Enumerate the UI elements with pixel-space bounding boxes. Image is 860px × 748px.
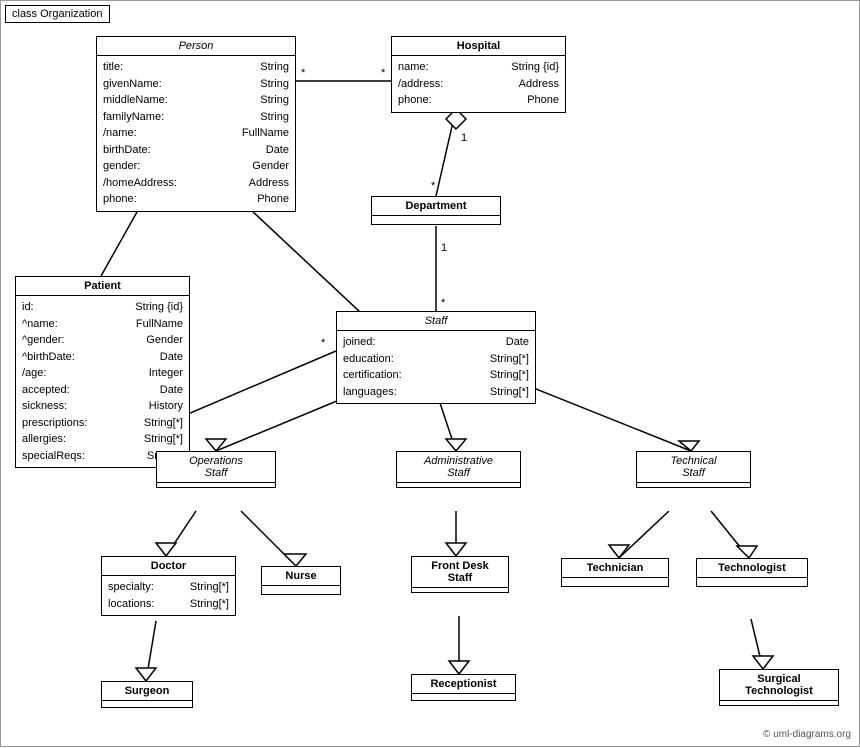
svg-text:1: 1: [441, 242, 447, 254]
class-surgeon: Surgeon: [101, 681, 193, 708]
class-receptionist-body: [412, 694, 515, 700]
class-surgical-technologist-header: SurgicalTechnologist: [720, 670, 838, 701]
class-technician: Technician: [561, 558, 669, 587]
svg-text:*: *: [441, 297, 446, 309]
class-operations-staff-body: [157, 483, 275, 487]
class-department-body: [372, 216, 500, 224]
class-surgeon-body: [102, 701, 192, 707]
class-administrative-staff-body: [397, 483, 520, 487]
class-nurse-body: [262, 586, 340, 594]
class-staff-header: Staff: [337, 312, 535, 331]
diagram-title: class Organization: [5, 5, 110, 23]
class-administrative-staff-header: AdministrativeStaff: [397, 452, 520, 483]
class-technologist-body: [697, 578, 807, 586]
class-hospital-body: name:String {id} /address:Address phone:…: [392, 56, 565, 112]
copyright: © uml-diagrams.org: [763, 729, 851, 740]
class-technician-header: Technician: [562, 559, 668, 578]
class-department: Department: [371, 196, 501, 225]
class-technical-staff-header: TechnicalStaff: [637, 452, 750, 483]
svg-text:*: *: [381, 67, 386, 79]
class-front-desk-staff: Front DeskStaff: [411, 556, 509, 593]
class-technologist-header: Technologist: [697, 559, 807, 578]
class-staff-body: joined:Date education:String[*] certific…: [337, 331, 535, 403]
class-operations-staff: OperationsStaff: [156, 451, 276, 488]
class-doctor: Doctor specialty:String[*] locations:Str…: [101, 556, 236, 616]
class-receptionist: Receptionist: [411, 674, 516, 701]
svg-text:1: 1: [461, 132, 467, 144]
class-patient-header: Patient: [16, 277, 189, 296]
class-operations-staff-header: OperationsStaff: [157, 452, 275, 483]
class-technical-staff: TechnicalStaff: [636, 451, 751, 488]
class-person: Person title:String givenName:String mid…: [96, 36, 296, 212]
class-hospital: Hospital name:String {id} /address:Addre…: [391, 36, 566, 113]
class-front-desk-staff-header: Front DeskStaff: [412, 557, 508, 588]
class-staff: Staff joined:Date education:String[*] ce…: [336, 311, 536, 404]
diagram-container: class Organization * * 1 * 1 *: [0, 0, 860, 747]
class-patient: Patient id:String {id} ^name:FullName ^g…: [15, 276, 190, 468]
svg-text:*: *: [431, 180, 436, 192]
class-nurse: Nurse: [261, 566, 341, 595]
class-technical-staff-body: [637, 483, 750, 487]
class-front-desk-staff-body: [412, 588, 508, 592]
class-person-header: Person: [97, 37, 295, 56]
class-doctor-header: Doctor: [102, 557, 235, 576]
class-surgical-technologist: SurgicalTechnologist: [719, 669, 839, 706]
class-hospital-header: Hospital: [392, 37, 565, 56]
class-surgeon-header: Surgeon: [102, 682, 192, 701]
class-receptionist-header: Receptionist: [412, 675, 515, 694]
svg-text:*: *: [321, 337, 326, 349]
svg-text:*: *: [301, 67, 306, 79]
class-surgical-technologist-body: [720, 701, 838, 705]
class-technologist: Technologist: [696, 558, 808, 587]
class-nurse-header: Nurse: [262, 567, 340, 586]
class-person-body: title:String givenName:String middleName…: [97, 56, 295, 211]
class-doctor-body: specialty:String[*] locations:String[*]: [102, 576, 235, 615]
class-technician-body: [562, 578, 668, 586]
class-administrative-staff: AdministrativeStaff: [396, 451, 521, 488]
class-department-header: Department: [372, 197, 500, 216]
class-patient-body: id:String {id} ^name:FullName ^gender:Ge…: [16, 296, 189, 467]
